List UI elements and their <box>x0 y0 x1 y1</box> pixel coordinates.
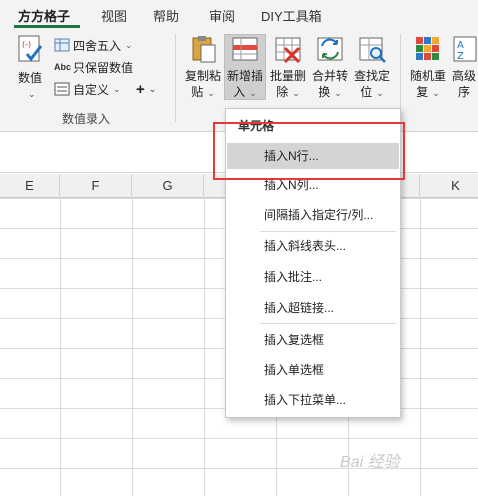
svg-text:A: A <box>457 40 464 51</box>
copy-paste-label-2: 贴 ⌄ <box>191 85 215 99</box>
numeric-label: 数值 <box>17 71 42 85</box>
tab-review[interactable]: 审阅 <box>209 6 235 25</box>
batch-delete-label-2: 除 ⌄ <box>276 85 300 99</box>
insert-new-label-2: 入 ⌄ <box>233 85 257 99</box>
batch-delete-button[interactable]: 批量删 除 ⌄ <box>268 34 308 100</box>
delete-grid-icon <box>275 37 301 64</box>
random-repeat-button[interactable]: 随机重 复 ⌄ <box>408 34 448 100</box>
menu-item-insert-radio[interactable]: 插入单选框 <box>227 357 399 383</box>
menu-item-insert-diagonal-header[interactable]: 插入斜线表头... <box>227 233 399 259</box>
round-icon <box>54 38 70 52</box>
random-repeat-label-1: 随机重 <box>409 69 446 83</box>
merge-convert-label-1: 合并转 <box>311 69 348 83</box>
menu-item-insert-hyperlink[interactable]: 插入超链接... <box>227 295 399 321</box>
numeric-button[interactable]: (-) 数值 ⌄ <box>10 32 50 102</box>
abc-icon: Abc <box>54 62 72 72</box>
insert-new-label-1: 新增插 <box>226 69 263 83</box>
custom-button[interactable]: 自定义 ⌄ <box>54 80 121 98</box>
find-icon <box>359 37 386 63</box>
group-label-numeric-entry: 数值录入 <box>62 112 111 126</box>
clipboard-icon <box>192 36 216 63</box>
column-header-g[interactable]: G <box>132 174 204 198</box>
advanced-sort-label-1: 高级 <box>452 69 477 83</box>
tab-help[interactable]: 帮助 <box>153 6 179 25</box>
tab-fangfang[interactable]: 方方格子 <box>18 6 70 25</box>
insert-rows-icon <box>232 37 258 61</box>
custom-label: 自定义 <box>73 82 110 97</box>
column-header-e[interactable]: E <box>0 174 60 198</box>
column-header-f[interactable]: F <box>60 174 132 198</box>
ribbon-separator <box>175 34 176 122</box>
watermark-text: Bai 经验 <box>340 454 400 471</box>
svg-text:(-): (-) <box>22 40 31 49</box>
svg-text:Z: Z <box>457 51 464 62</box>
menu-item-interval-insert[interactable]: 间隔插入指定行/列... <box>227 202 399 228</box>
numeric-icon: (-) <box>18 35 43 62</box>
menu-separator <box>260 231 396 232</box>
menu-item-insert-comment[interactable]: 插入批注... <box>227 264 399 290</box>
keep-value-label: 只保留数值 <box>73 60 134 75</box>
copy-paste-label-1: 复制粘 <box>184 69 221 83</box>
plus-label: + <box>136 80 145 98</box>
custom-icon <box>54 82 70 96</box>
merge-convert-label-2: 换 ⌄ <box>318 85 342 99</box>
menu-item-insert-dropdown[interactable]: 插入下拉菜单... <box>227 387 399 413</box>
random-repeat-label-2: 复 ⌄ <box>416 85 440 99</box>
chevron-down-icon: ⌄ <box>113 83 121 94</box>
menu-separator <box>260 323 396 324</box>
tab-diy-toolbox[interactable]: DIY工具箱 <box>261 6 322 25</box>
round-label: 四舍五入 <box>73 38 122 53</box>
find-locate-button[interactable]: 查找定 位 ⌄ <box>352 34 392 100</box>
merge-convert-icon <box>317 37 343 61</box>
chevron-down-icon: ⌄ <box>148 83 157 94</box>
advanced-sort-label-2: 序 <box>458 85 471 99</box>
random-blocks-icon <box>416 37 439 60</box>
merge-convert-button[interactable]: 合并转 换 ⌄ <box>310 34 350 100</box>
chevron-down-icon: ⌄ <box>28 89 36 99</box>
sort-az-icon: A Z <box>453 36 477 62</box>
column-header-k[interactable]: K <box>420 174 478 198</box>
find-locate-label-2: 位 ⌄ <box>360 85 384 99</box>
keep-value-button[interactable]: Abc 只保留数值 <box>54 58 133 76</box>
highlight-box <box>213 122 405 180</box>
round-button[interactable]: 四舍五入 ⌄ <box>54 36 133 54</box>
chevron-down-icon: ⌄ <box>125 39 133 50</box>
batch-delete-label-1: 批量删 <box>269 69 306 83</box>
copy-paste-button[interactable]: 复制粘 贴 ⌄ <box>183 34 223 100</box>
find-locate-label-1: 查找定 <box>353 69 390 83</box>
tab-view[interactable]: 视图 <box>101 6 127 25</box>
advanced-sort-button[interactable]: A Z 高级 序 <box>450 34 478 100</box>
plus-button[interactable]: + ⌄ <box>136 80 156 98</box>
menu-item-insert-checkbox[interactable]: 插入复选框 <box>227 327 399 353</box>
ribbon-tab-bar: 方方格子 视图 帮助 审阅 DIY工具箱 <box>0 0 478 28</box>
insert-new-button[interactable]: 新增插 入 ⌄ <box>225 34 265 100</box>
